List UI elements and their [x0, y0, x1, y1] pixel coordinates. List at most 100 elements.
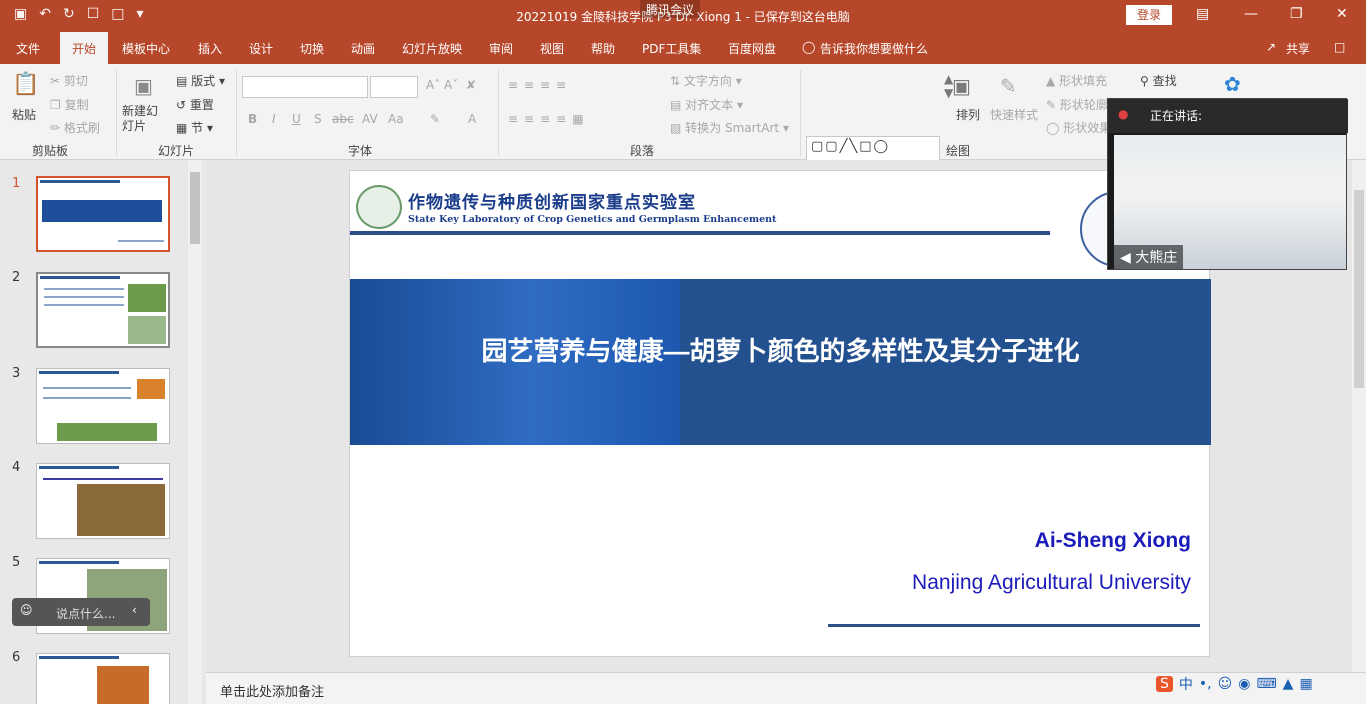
current-slide[interactable]: 作物遗传与种质创新国家重点实验室 State Key Laboratory of…: [349, 170, 1211, 657]
font-name-select[interactable]: [242, 76, 368, 98]
highlight-icon[interactable]: ✎: [430, 112, 440, 126]
shape-effects-button[interactable]: ◯ 形状效果: [1046, 119, 1111, 136]
menu-review[interactable]: 审阅: [489, 40, 513, 57]
punctuation-icon[interactable]: •,: [1199, 676, 1212, 692]
section-button[interactable]: ▦ 节 ▾: [176, 119, 213, 136]
menu-insert[interactable]: 插入: [198, 40, 222, 57]
font-size-select[interactable]: [370, 76, 418, 98]
sogou-icon[interactable]: S: [1156, 676, 1173, 692]
grow-font-icon[interactable]: Aˆ Aˇ: [426, 78, 458, 92]
thumbnail-slide-3[interactable]: [36, 368, 170, 444]
scroll-thumb[interactable]: [190, 172, 200, 244]
reset-button[interactable]: ↺ 重置: [176, 96, 214, 113]
thumb-image: [77, 484, 165, 536]
menu-pdf-tools[interactable]: PDF工具集: [642, 40, 701, 57]
lab-name-en: State Key Laboratory of Crop Genetics an…: [408, 214, 777, 225]
thumb-line: [43, 397, 131, 399]
login-button[interactable]: 登录: [1126, 5, 1172, 25]
paragraph-group-label: 段落: [630, 144, 655, 158]
mic-icon: ●: [1118, 107, 1129, 121]
thumbnail-slide-2[interactable]: [36, 272, 170, 348]
voice-icon[interactable]: ◉: [1238, 676, 1250, 692]
thumbnail-slide-4[interactable]: [36, 463, 170, 539]
bold-button[interactable]: B: [248, 112, 257, 126]
quick-styles-icon[interactable]: ✎: [1000, 74, 1017, 98]
toolbox-icon[interactable]: ▦: [1299, 676, 1312, 692]
thumbnail-slide-1[interactable]: [36, 176, 170, 252]
menu-baidu-netdisk[interactable]: 百度网盘: [728, 40, 776, 57]
font-group-label: 字体: [348, 144, 373, 158]
list-icons[interactable]: ≡≡≡≡: [508, 78, 572, 92]
paste-button[interactable]: 粘贴: [12, 106, 36, 123]
menu-design[interactable]: 设计: [249, 40, 273, 57]
chevron-left-icon[interactable]: ‹: [132, 603, 137, 617]
emoji-icon[interactable]: ☺: [1218, 676, 1233, 692]
close-icon[interactable]: ✕: [1336, 6, 1348, 22]
thumb-image: [128, 316, 166, 344]
copy-button[interactable]: ❐ 复制: [50, 96, 89, 113]
keyboard-icon[interactable]: ⌨: [1256, 676, 1276, 692]
cut-button[interactable]: ✂ 剪切: [50, 72, 88, 89]
italic-button[interactable]: I: [272, 112, 276, 126]
menu-file[interactable]: 文件: [16, 40, 40, 57]
menu-home-tab[interactable]: 开始: [60, 32, 108, 64]
share-icon[interactable]: ↗: [1266, 40, 1276, 54]
clear-format-icon[interactable]: ✘: [466, 78, 476, 92]
text-direction-button[interactable]: ⇅ 文字方向 ▾: [670, 72, 742, 89]
thumbnail-slide-6[interactable]: [36, 653, 170, 704]
convert-smartart-button[interactable]: ▧ 转换为 SmartArt ▾: [670, 119, 789, 136]
app-logo-icon[interactable]: ✿: [1224, 72, 1241, 96]
new-slide-button[interactable]: 新建幻灯片: [122, 104, 166, 134]
shape-outline-button[interactable]: ✎ 形状轮廓: [1046, 96, 1108, 113]
ribbon-display-icon[interactable]: ▤: [1196, 6, 1209, 22]
ime-tray: S 中 •, ☺ ◉ ⌨ ▲ ▦: [1156, 670, 1366, 698]
reset-label: 重置: [189, 98, 214, 112]
new-slide-icon[interactable]: ▣: [134, 74, 153, 98]
author-name: Ai-Sheng Xiong: [1034, 529, 1191, 552]
char-spacing-button[interactable]: AV: [362, 112, 378, 126]
divider: [800, 70, 801, 156]
shape-fill-label: 形状填充: [1059, 74, 1108, 88]
skin-icon[interactable]: ▲: [1283, 676, 1294, 692]
thumb-banner: [42, 200, 162, 222]
font-color-button[interactable]: A: [468, 112, 476, 126]
layout-button[interactable]: ▤ 版式 ▾: [176, 72, 225, 89]
meeting-video-window[interactable]: ● 正在讲话: ◀ 大熊庄: [1107, 98, 1348, 270]
meeting-chat-input[interactable]: ☺ 说点什么... ‹: [12, 598, 150, 626]
editor-scrollbar[interactable]: [1352, 160, 1366, 672]
alignment-icons[interactable]: ≡≡≡≡▦: [508, 112, 590, 126]
menu-slideshow[interactable]: 幻灯片放映: [402, 40, 462, 57]
speaker-video-feed: ◀ 大熊庄: [1114, 135, 1346, 269]
format-painter-button[interactable]: ✏ 格式刷: [50, 119, 100, 136]
thumbnail-scrollbar[interactable]: [188, 160, 202, 704]
menu-view[interactable]: 视图: [540, 40, 564, 57]
shape-fill-button[interactable]: ▲ 形状填充: [1046, 72, 1107, 89]
share-button[interactable]: 共享: [1286, 40, 1310, 57]
emoji-icon[interactable]: ☺: [20, 603, 33, 617]
underline-button[interactable]: U: [292, 112, 301, 126]
arrange-button[interactable]: 排列: [956, 106, 980, 123]
maximize-icon[interactable]: ❐: [1290, 6, 1303, 22]
menu-transitions[interactable]: 切换: [300, 40, 324, 57]
thumb-header: [39, 466, 119, 469]
shadow-button[interactable]: S: [314, 112, 322, 126]
comment-icon[interactable]: □: [1334, 40, 1345, 54]
tell-me-search[interactable]: 告诉我你想要做什么: [820, 40, 928, 57]
scroll-thumb[interactable]: [1354, 190, 1364, 388]
section-label: 节: [191, 121, 204, 135]
menu-animations[interactable]: 动画: [351, 40, 375, 57]
menu-help[interactable]: 帮助: [591, 40, 615, 57]
ime-mode[interactable]: 中: [1179, 674, 1193, 694]
arrange-icon[interactable]: ▣: [952, 74, 971, 98]
find-button[interactable]: ⚲ 查找: [1140, 72, 1177, 89]
lab-logo-icon: [356, 185, 402, 229]
quick-styles-button[interactable]: 快速样式: [990, 106, 1038, 123]
thumb-line: [44, 288, 124, 290]
menu-template-center[interactable]: 模板中心: [122, 40, 170, 57]
paste-icon[interactable]: 📋: [12, 72, 39, 97]
align-text-button[interactable]: ▤ 对齐文本 ▾: [670, 96, 743, 113]
change-case-button[interactable]: Aa: [388, 112, 404, 126]
minimize-icon[interactable]: —: [1244, 6, 1258, 22]
format-painter-label: 格式刷: [63, 121, 100, 135]
strikethrough-button[interactable]: abc: [332, 112, 354, 126]
